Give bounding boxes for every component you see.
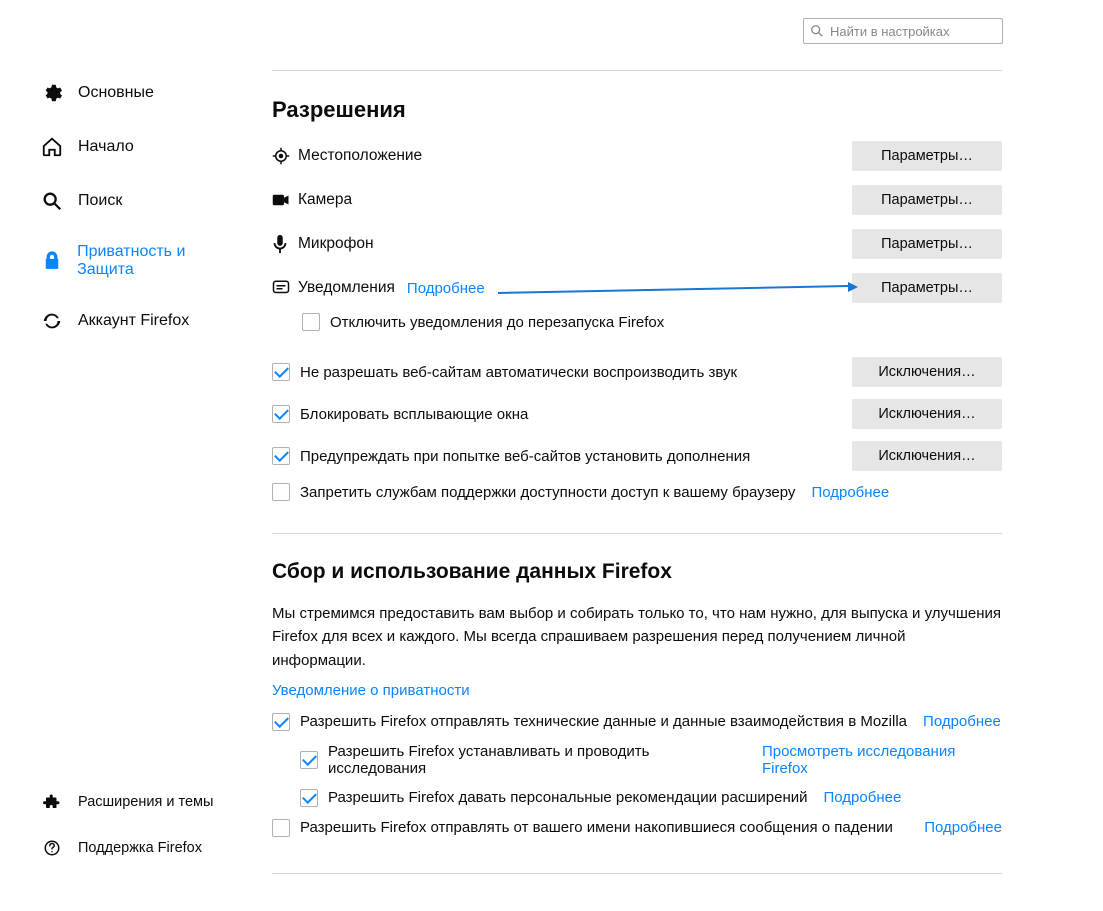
- learn-more-link[interactable]: Подробнее: [407, 280, 485, 297]
- telemetry-checkbox[interactable]: [272, 713, 290, 731]
- sidebar-item-search[interactable]: Поиск: [40, 183, 240, 219]
- sidebar-bottom: Расширения и темы Поддержка Firefox: [40, 784, 240, 876]
- studies-checkbox[interactable]: [300, 751, 318, 769]
- crash-reports-label: Разрешить Firefox отправлять от вашего и…: [300, 819, 893, 836]
- accessibility-label: Запретить службам поддержки доступности …: [300, 484, 795, 501]
- addon-warn-label: Предупреждать при попытке веб-сайтов уст…: [300, 448, 750, 465]
- recommendations-checkbox[interactable]: [300, 789, 318, 807]
- microphone-icon: [272, 234, 298, 254]
- settings-button-notifications[interactable]: Параметры…: [852, 273, 1002, 303]
- sidebar-item-label: Приватность и Защита: [77, 243, 240, 279]
- crash-reports-row: Разрешить Firefox отправлять от вашего и…: [272, 819, 1002, 837]
- exceptions-button-addon[interactable]: Исключения…: [852, 441, 1002, 471]
- studies-label: Разрешить Firefox устанавливать и провод…: [328, 743, 746, 777]
- puzzle-icon: [40, 790, 64, 814]
- data-collection-body: Мы стремимся предоставить вам выбор и со…: [272, 602, 1002, 672]
- help-icon: [40, 836, 64, 860]
- search-icon: [40, 189, 64, 213]
- search-input[interactable]: [803, 18, 1003, 44]
- crash-reports-checkbox[interactable]: [272, 819, 290, 837]
- sidebar-item-privacy[interactable]: Приватность и Защита: [40, 237, 240, 285]
- permission-row-camera: Камера Параметры…: [272, 185, 1002, 215]
- location-icon: [272, 146, 298, 166]
- disable-notifications-checkbox[interactable]: [302, 313, 320, 331]
- permission-label: Местоположение: [298, 147, 422, 165]
- sidebar-item-label: Начало: [78, 138, 134, 156]
- telemetry-label: Разрешить Firefox отправлять технические…: [300, 713, 907, 730]
- divider: [272, 70, 1002, 71]
- home-icon: [40, 135, 64, 159]
- permission-label: Уведомления: [298, 279, 395, 297]
- addon-warn-row: Предупреждать при попытке веб-сайтов уст…: [272, 441, 1002, 471]
- sidebar-item-addons[interactable]: Расширения и темы: [40, 784, 240, 820]
- autoplay-checkbox[interactable]: [272, 363, 290, 381]
- learn-more-link[interactable]: Подробнее: [924, 819, 1002, 836]
- sidebar-item-account[interactable]: Аккаунт Firefox: [40, 303, 240, 339]
- studies-row: Разрешить Firefox устанавливать и провод…: [300, 743, 1002, 777]
- learn-more-link[interactable]: Подробнее: [923, 713, 1001, 730]
- permissions-title: Разрешения: [272, 97, 1002, 123]
- settings-button-microphone[interactable]: Параметры…: [852, 229, 1002, 259]
- sync-icon: [40, 309, 64, 333]
- search-container: [803, 18, 1003, 44]
- exceptions-button-popup[interactable]: Исключения…: [852, 399, 1002, 429]
- popup-checkbox[interactable]: [272, 405, 290, 423]
- divider: [272, 533, 1002, 534]
- disable-notifications-label: Отключить уведомления до перезапуска Fir…: [330, 314, 664, 331]
- exceptions-button-autoplay[interactable]: Исключения…: [852, 357, 1002, 387]
- main-content: Разрешения Местоположение Параметры… Кам…: [272, 70, 1002, 900]
- sidebar-item-label: Поиск: [78, 192, 122, 210]
- notification-icon: [272, 278, 298, 298]
- search-icon: [810, 24, 824, 38]
- data-collection-title: Сбор и использование данных Firefox: [272, 560, 1002, 584]
- arrow-annotation: [498, 282, 858, 298]
- autoplay-row: Не разрешать веб-сайтам автоматически во…: [272, 357, 1002, 387]
- sidebar-item-general[interactable]: Основные: [40, 75, 240, 111]
- recommendations-row: Разрешить Firefox давать персональные ре…: [300, 789, 1002, 807]
- settings-button-camera[interactable]: Параметры…: [852, 185, 1002, 215]
- privacy-notice-link[interactable]: Уведомление о приватности: [272, 682, 1002, 699]
- popup-row: Блокировать всплывающие окна Исключения…: [272, 399, 1002, 429]
- divider: [272, 873, 1002, 874]
- camera-icon: [272, 190, 298, 210]
- sidebar-item-label: Поддержка Firefox: [78, 840, 202, 856]
- autoplay-label: Не разрешать веб-сайтам автоматически во…: [300, 364, 737, 381]
- permission-label: Камера: [298, 191, 352, 209]
- learn-more-link[interactable]: Подробнее: [824, 789, 902, 806]
- popup-label: Блокировать всплывающие окна: [300, 406, 528, 423]
- sidebar: Основные Начало Поиск Приватность и Защи…: [40, 75, 240, 357]
- permission-label: Микрофон: [298, 235, 374, 253]
- settings-button-location[interactable]: Параметры…: [852, 141, 1002, 171]
- view-studies-link[interactable]: Просмотреть исследования Firefox: [762, 743, 1002, 777]
- permission-row-microphone: Микрофон Параметры…: [272, 229, 1002, 259]
- disable-notifications-row: Отключить уведомления до перезапуска Fir…: [302, 313, 1002, 331]
- accessibility-checkbox[interactable]: [272, 483, 290, 501]
- learn-more-link[interactable]: Подробнее: [811, 484, 889, 501]
- sidebar-item-home[interactable]: Начало: [40, 129, 240, 165]
- gear-icon: [40, 81, 64, 105]
- addon-warn-checkbox[interactable]: [272, 447, 290, 465]
- telemetry-row: Разрешить Firefox отправлять технические…: [272, 713, 1002, 731]
- sidebar-item-label: Расширения и темы: [78, 794, 213, 810]
- lock-icon: [40, 249, 63, 273]
- accessibility-row: Запретить службам поддержки доступности …: [272, 483, 1002, 501]
- permission-row-notifications: Уведомления Подробнее Параметры…: [272, 273, 1002, 303]
- sidebar-item-support[interactable]: Поддержка Firefox: [40, 830, 240, 866]
- sidebar-item-label: Основные: [78, 84, 154, 102]
- sidebar-item-label: Аккаунт Firefox: [78, 312, 189, 330]
- recommendations-label: Разрешить Firefox давать персональные ре…: [328, 789, 808, 806]
- permission-row-location: Местоположение Параметры…: [272, 141, 1002, 171]
